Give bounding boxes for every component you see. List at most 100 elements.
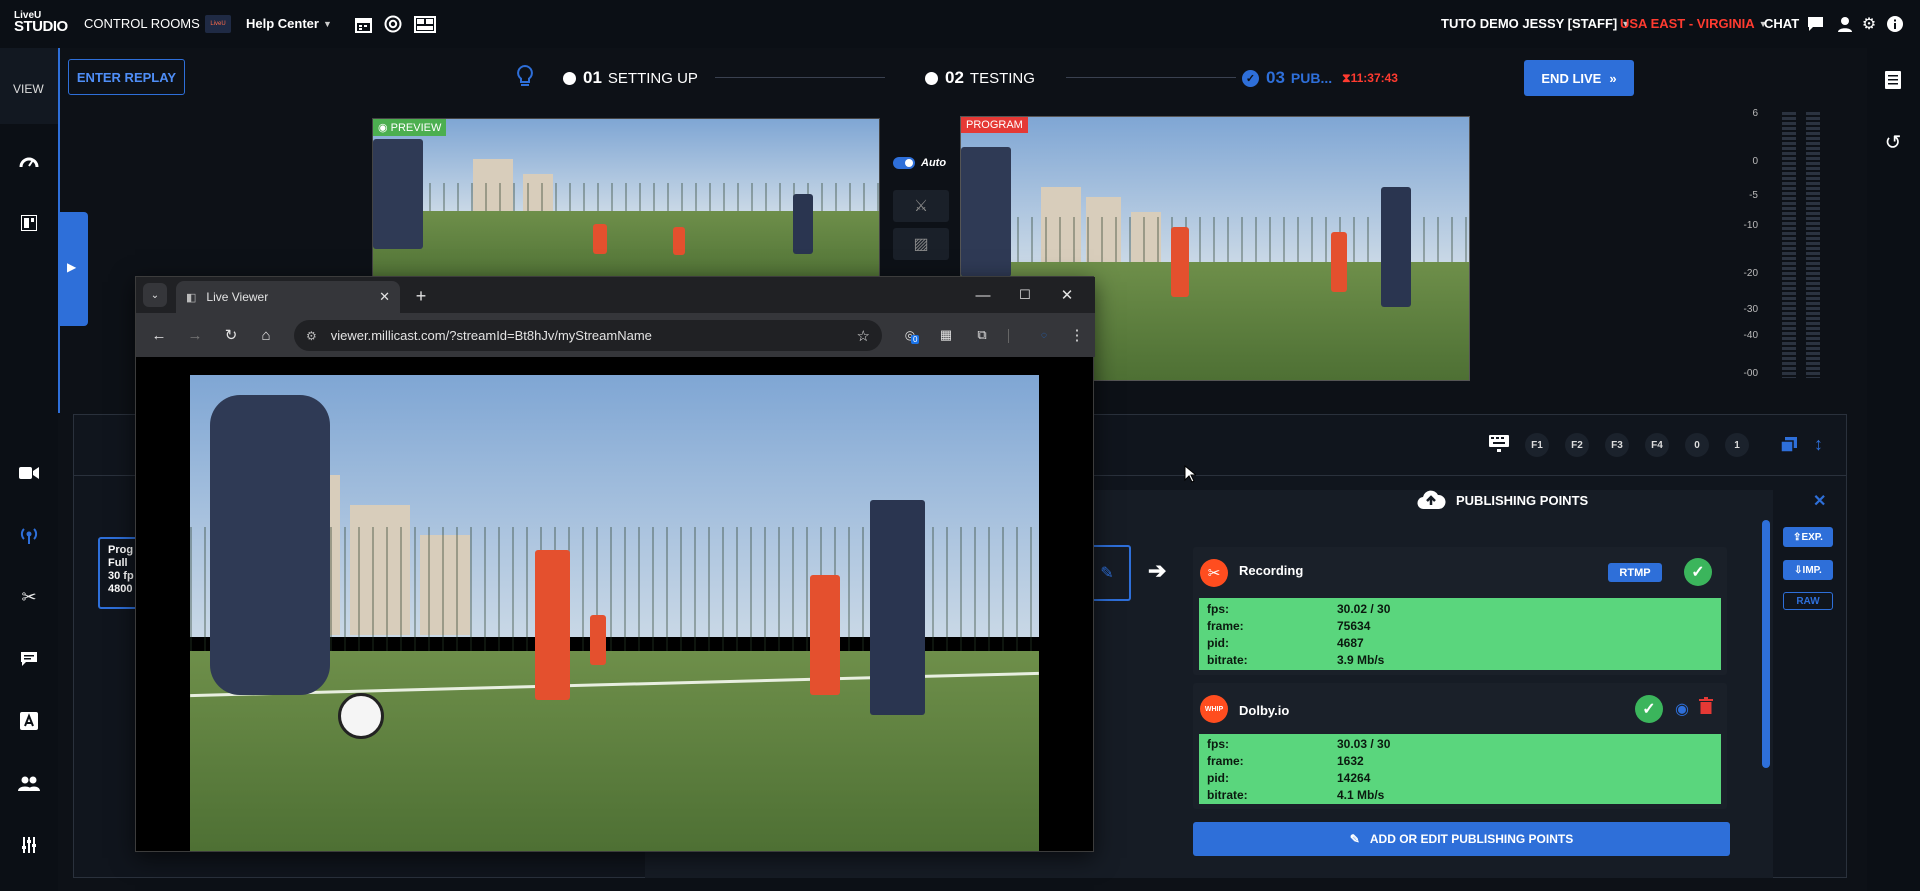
keyboard-icon[interactable] xyxy=(1488,434,1510,452)
stat-value: 75634 xyxy=(1337,618,1371,633)
dashboard-icon[interactable] xyxy=(14,146,44,176)
sliders-icon[interactable] xyxy=(14,830,44,860)
video-player xyxy=(1171,227,1189,297)
comment-icon[interactable] xyxy=(14,644,44,674)
step-setting-up[interactable]: 01 SETTING UP xyxy=(563,68,698,88)
stat-key: frame: xyxy=(1207,753,1244,768)
stat-key: frame: xyxy=(1207,618,1244,633)
stats-row: bitrate: 3.9 Mb/s xyxy=(1199,651,1721,668)
raw-button[interactable]: RAW xyxy=(1783,592,1833,610)
live-video-player[interactable] xyxy=(190,375,1039,851)
arrow-right-icon: ➔ xyxy=(1148,558,1167,583)
forward-icon[interactable]: → xyxy=(184,324,206,346)
browser-tab[interactable]: ◧ Live Viewer ✕ xyxy=(176,281,400,313)
help-center-menu[interactable]: Help Center ▼ xyxy=(246,16,332,31)
camera-icon[interactable] xyxy=(14,458,44,488)
users-icon[interactable] xyxy=(14,768,44,798)
info-icon[interactable] xyxy=(1885,14,1905,34)
auto-toggle[interactable]: Auto xyxy=(893,157,946,169)
check-circle-icon[interactable]: ✓ xyxy=(1684,558,1712,586)
fkey-button[interactable]: 1 xyxy=(1725,433,1749,457)
qr-code-icon[interactable]: ▦ xyxy=(935,324,957,346)
import-button[interactable]: ⇩ IMP. xyxy=(1783,560,1833,580)
scissors-icon[interactable]: ✂ xyxy=(14,582,44,612)
maximize-icon[interactable]: ☐ xyxy=(1013,283,1037,307)
region-menu[interactable]: USA EAST - VIRGINIA ▼ xyxy=(1620,16,1768,31)
support-icon[interactable] xyxy=(383,14,403,34)
tab-close-icon[interactable]: ✕ xyxy=(379,289,390,305)
export-button[interactable]: ⇪ EXP. xyxy=(1783,527,1833,547)
new-tab-icon[interactable]: + xyxy=(410,285,432,307)
tab-title: Live Viewer xyxy=(206,290,269,304)
live-timer: 11:37:43 xyxy=(1350,71,1398,85)
view-label[interactable]: VIEW xyxy=(13,82,44,96)
step-number: 03 xyxy=(1266,68,1285,87)
control-rooms-link[interactable]: CONTROL ROOMS xyxy=(84,16,200,31)
notes-icon[interactable] xyxy=(1883,70,1903,90)
close-icon[interactable]: ✕ xyxy=(1813,491,1826,511)
end-live-button[interactable]: END LIVE » xyxy=(1524,60,1634,96)
undo-history-icon[interactable]: ↺ xyxy=(1883,132,1903,154)
home-icon[interactable]: ⌂ xyxy=(255,324,277,346)
extension-icon[interactable]: ◎ 0 xyxy=(899,324,921,346)
layout-icon[interactable] xyxy=(414,14,436,34)
fkey-button[interactable]: F3 xyxy=(1605,433,1629,457)
minimize-icon[interactable]: — xyxy=(971,283,995,307)
resize-vertical-icon[interactable]: ↕ xyxy=(1814,434,1828,456)
expand-panel-tab[interactable]: ▶ xyxy=(58,212,88,326)
puzzle-icon[interactable]: ⧉ xyxy=(971,324,993,346)
bookmark-star-icon[interactable]: ☆ xyxy=(857,327,870,345)
chat-icon[interactable] xyxy=(1805,14,1825,34)
publishing-point-recording[interactable]: ✂ Recording RTMP ✓ fps: 30.02 / 30 frame:… xyxy=(1193,547,1727,675)
calendar-icon[interactable] xyxy=(353,14,373,34)
scrollbar[interactable] xyxy=(1762,520,1770,768)
chevron-down-icon: ▼ xyxy=(322,18,332,29)
enter-replay-button[interactable]: ENTER REPLAY xyxy=(68,59,185,95)
back-icon[interactable]: ← xyxy=(148,324,170,346)
eye-icon[interactable]: ◉ xyxy=(1675,699,1689,719)
step-connector xyxy=(715,77,885,78)
fkey-button[interactable]: F1 xyxy=(1525,433,1549,457)
trash-icon[interactable] xyxy=(1699,697,1713,715)
left-navigation: VIEW ▶ ✂ xyxy=(0,48,88,891)
check-circle-icon: ✓ xyxy=(1242,69,1259,87)
video-player xyxy=(673,227,685,255)
tab-search-icon[interactable]: ⌄ xyxy=(143,283,167,307)
add-edit-publishing-points-button[interactable]: ✎ ADD OR EDIT PUBLISHING POINTS xyxy=(1193,822,1730,856)
cut-transition-button[interactable]: ⚔ xyxy=(893,190,949,222)
address-bar[interactable]: ⚙ viewer.millicast.com/?streamId=Bt8hJv/… xyxy=(294,320,882,351)
end-live-label: END LIVE xyxy=(1541,70,1602,86)
check-circle-icon[interactable]: ✓ xyxy=(1635,695,1663,723)
url-text: viewer.millicast.com/?streamId=Bt8hJv/my… xyxy=(330,328,652,343)
fkey-button[interactable]: F2 xyxy=(1565,433,1589,457)
reload-icon[interactable]: ↻ xyxy=(220,324,242,346)
video-player xyxy=(810,575,840,695)
fkey-button[interactable]: F4 xyxy=(1645,433,1669,457)
preview-monitor[interactable]: ◉ PREVIEW xyxy=(372,118,880,288)
chat-label[interactable]: CHAT xyxy=(1764,16,1799,31)
broadcast-icon[interactable] xyxy=(14,520,44,550)
step-testing[interactable]: 02 TESTING xyxy=(925,68,1035,88)
user-menu[interactable]: TUTO DEMO JESSY [STAFF] ▼ xyxy=(1441,16,1630,31)
lightbulb-icon[interactable] xyxy=(516,64,534,90)
fkey-button[interactable]: 0 xyxy=(1685,433,1709,457)
video-player xyxy=(1331,232,1347,292)
cut-icon: ⚔ xyxy=(913,198,929,215)
stat-key: fps: xyxy=(1207,736,1229,751)
user-icon[interactable] xyxy=(1835,14,1855,34)
kebab-menu-icon[interactable]: ⋮ xyxy=(1067,324,1087,346)
stats-row: pid: 14264 xyxy=(1199,769,1721,786)
window-close-icon[interactable]: ✕ xyxy=(1055,283,1079,307)
publishing-point-name: Recording xyxy=(1239,563,1304,578)
step-label: SETTING UP xyxy=(607,69,698,87)
profile-icon[interactable]: ◌ xyxy=(1033,324,1055,346)
liveu-studio-logo[interactable]: LiveU STUDIO xyxy=(14,10,70,36)
text-icon[interactable] xyxy=(14,706,44,736)
windows-icon[interactable] xyxy=(1780,436,1798,454)
toggle-switch[interactable] xyxy=(893,157,915,169)
publishing-point-dolby[interactable]: WHIP Dolby.io ✓ ◉ fps: 30.03 / 30 frame: 1… xyxy=(1193,683,1727,809)
layouts-icon[interactable] xyxy=(14,208,44,238)
step-publishing[interactable]: ✓ 03 PUB... ⧗ 11:37:43 xyxy=(1242,68,1398,88)
gear-icon[interactable]: ⚙ xyxy=(1859,14,1879,34)
wipe-transition-button[interactable]: ▨ xyxy=(893,228,949,260)
